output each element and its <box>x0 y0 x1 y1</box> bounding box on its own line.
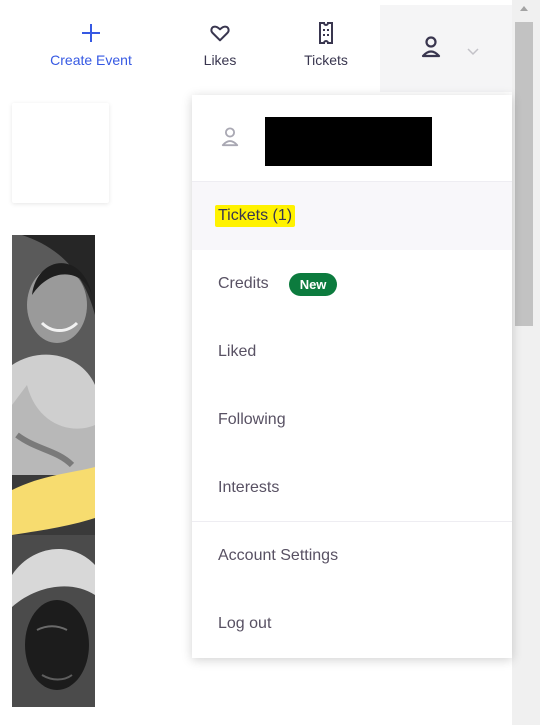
likes-link[interactable]: Likes <box>196 20 244 68</box>
menu-item-account-settings-label: Account Settings <box>218 547 339 564</box>
promo-image <box>12 235 95 707</box>
menu-profile-header <box>192 95 512 182</box>
tickets-label: Tickets <box>304 52 348 68</box>
menu-item-interests-label: Interests <box>218 479 280 496</box>
menu-item-liked-label: Liked <box>218 343 257 360</box>
create-event-link[interactable]: Create Event <box>40 20 142 68</box>
likes-label: Likes <box>203 52 237 68</box>
heart-icon <box>207 20 233 46</box>
account-dropdown-menu: Tickets (1) Credits New Liked Following … <box>192 95 512 658</box>
scrollbar-thumb[interactable] <box>515 22 533 326</box>
menu-item-log-out-label: Log out <box>218 615 272 632</box>
menu-item-credits[interactable]: Credits New <box>192 250 512 318</box>
plus-icon <box>78 20 104 46</box>
user-icon <box>220 126 240 153</box>
menu-item-tickets[interactable]: Tickets (1) <box>192 182 512 250</box>
menu-item-interests[interactable]: Interests <box>192 454 512 522</box>
account-menu-button[interactable] <box>380 5 512 92</box>
redacted-user-name <box>265 117 432 166</box>
chevron-down-icon <box>467 43 479 61</box>
tickets-link[interactable]: Tickets <box>296 20 356 68</box>
menu-item-credits-label: Credits <box>218 275 269 292</box>
menu-item-liked[interactable]: Liked <box>192 318 512 386</box>
event-card[interactable] <box>12 103 109 203</box>
create-event-label: Create Event <box>50 52 132 68</box>
menu-item-log-out[interactable]: Log out <box>192 590 512 658</box>
top-nav-bar: Create Event Likes Tickets <box>0 0 512 92</box>
scroll-up-arrow-icon[interactable] <box>520 6 528 11</box>
new-badge: New <box>288 272 338 296</box>
menu-item-account-settings[interactable]: Account Settings <box>192 522 512 590</box>
vertical-scrollbar[interactable] <box>512 0 540 725</box>
menu-item-tickets-label: Tickets (1) <box>215 205 296 227</box>
menu-item-following[interactable]: Following <box>192 386 512 454</box>
user-icon <box>420 35 442 64</box>
menu-item-following-label: Following <box>218 411 286 428</box>
ticket-icon <box>313 20 339 46</box>
